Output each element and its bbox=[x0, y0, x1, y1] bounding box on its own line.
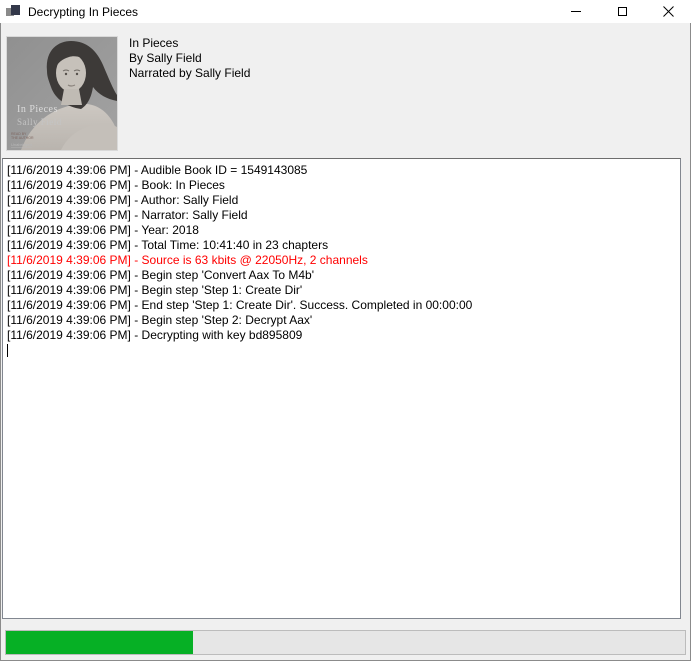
log-line: [11/6/2019 4:39:06 PM] - Begin step 'Con… bbox=[7, 268, 677, 283]
app-icon-front-square bbox=[11, 5, 20, 15]
log-line: [11/6/2019 4:39:06 PM] - Year: 2018 bbox=[7, 223, 677, 238]
app-window: Decrypting In Pieces bbox=[0, 0, 691, 661]
log-line: [11/6/2019 4:39:06 PM] - Audible Book ID… bbox=[7, 163, 677, 178]
book-narrator: Narrated by Sally Field bbox=[129, 66, 250, 81]
log-lines: [11/6/2019 4:39:06 PM] - Audible Book ID… bbox=[7, 163, 677, 343]
log-line: [11/6/2019 4:39:06 PM] - Begin step 'Ste… bbox=[7, 283, 677, 298]
log-line: [11/6/2019 4:39:06 PM] - Total Time: 10:… bbox=[7, 238, 677, 253]
log-line: [11/6/2019 4:39:06 PM] - Decrypting with… bbox=[7, 328, 677, 343]
log-line: [11/6/2019 4:39:06 PM] - End step 'Step … bbox=[7, 298, 677, 313]
cover-title-text: In Pieces bbox=[17, 104, 58, 115]
log-textbox[interactable]: [11/6/2019 4:39:06 PM] - Audible Book ID… bbox=[2, 158, 681, 619]
close-button[interactable] bbox=[645, 0, 691, 23]
log-line: [11/6/2019 4:39:06 PM] - Author: Sally F… bbox=[7, 193, 677, 208]
cover-readby-2: THE AUTHOR bbox=[11, 136, 34, 140]
caret-line bbox=[7, 343, 677, 358]
log-line: [11/6/2019 4:39:06 PM] - Source is 63 kb… bbox=[7, 253, 677, 268]
log-line: [11/6/2019 4:39:06 PM] - Begin step 'Ste… bbox=[7, 313, 677, 328]
book-author: By Sally Field bbox=[129, 51, 250, 66]
text-caret bbox=[7, 344, 8, 357]
maximize-icon bbox=[618, 7, 627, 16]
log-line: [11/6/2019 4:39:06 PM] - Book: In Pieces bbox=[7, 178, 677, 193]
book-info: In Pieces By Sally Field Narrated by Sal… bbox=[129, 36, 250, 81]
close-icon bbox=[663, 6, 674, 17]
book-cover-image: In Pieces Sally Field READ BY THE AUTHOR… bbox=[7, 37, 117, 150]
cover-art: In Pieces Sally Field READ BY THE AUTHOR… bbox=[7, 37, 117, 150]
progress-fill bbox=[6, 631, 193, 654]
cover-face-eye-right bbox=[76, 73, 78, 75]
cover-figure-neck bbox=[61, 89, 82, 105]
log-line: [11/6/2019 4:39:06 PM] - Narrator: Sally… bbox=[7, 208, 677, 223]
decrypt-progress-bar bbox=[5, 630, 686, 655]
cover-edition: Unabridged bbox=[11, 142, 32, 147]
minimize-icon bbox=[571, 11, 581, 12]
title-bar[interactable]: Decrypting In Pieces bbox=[0, 0, 691, 23]
cover-face-eye-left bbox=[65, 73, 67, 75]
app-icon bbox=[6, 5, 20, 18]
maximize-button[interactable] bbox=[599, 0, 645, 23]
book-title: In Pieces bbox=[129, 36, 250, 51]
window-controls bbox=[553, 0, 691, 23]
cover-author-text: Sally Field bbox=[17, 117, 62, 127]
window-title: Decrypting In Pieces bbox=[28, 5, 553, 19]
minimize-button[interactable] bbox=[553, 0, 599, 23]
